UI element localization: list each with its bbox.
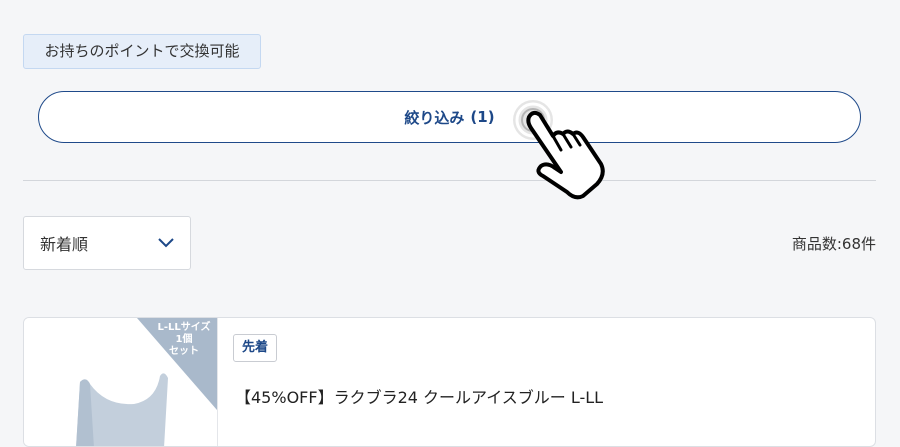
points-exchangeable-chip[interactable]: お持ちのポイントで交換可能 — [23, 34, 261, 69]
product-count: 商品数:68件 — [791, 235, 876, 253]
filter-button[interactable]: 絞り込み (1) — [38, 91, 861, 143]
sort-dropdown[interactable]: 新着順 — [23, 216, 191, 270]
section-divider — [23, 180, 876, 181]
sort-selected-value: 新着順 — [40, 235, 89, 254]
ribbon-line-3: セット — [169, 346, 199, 357]
ribbon-line-1: L-LLサイズ — [157, 322, 211, 333]
thumb-divider — [217, 318, 218, 446]
chevron-down-icon — [158, 238, 174, 248]
first-come-badge: 先着 — [233, 334, 278, 362]
product-image[interactable]: L-LLサイズ 1個 セット — [24, 318, 217, 446]
filter-count: (1) — [470, 108, 495, 126]
points-chip-label: お持ちのポイントで交換可能 — [44, 42, 240, 60]
size-ribbon-text: L-LLサイズ 1個 セット — [153, 322, 215, 358]
product-title[interactable]: 【45%OFF】ラクブラ24 クールアイスブルー L-LL — [235, 384, 603, 408]
ribbon-line-2: 1個 — [175, 334, 193, 345]
filter-button-label: 絞り込み — [404, 108, 465, 127]
product-card[interactable]: L-LLサイズ 1個 セット 先着 【45%OFF】ラクブラ24 クールアイスブ… — [23, 317, 876, 447]
